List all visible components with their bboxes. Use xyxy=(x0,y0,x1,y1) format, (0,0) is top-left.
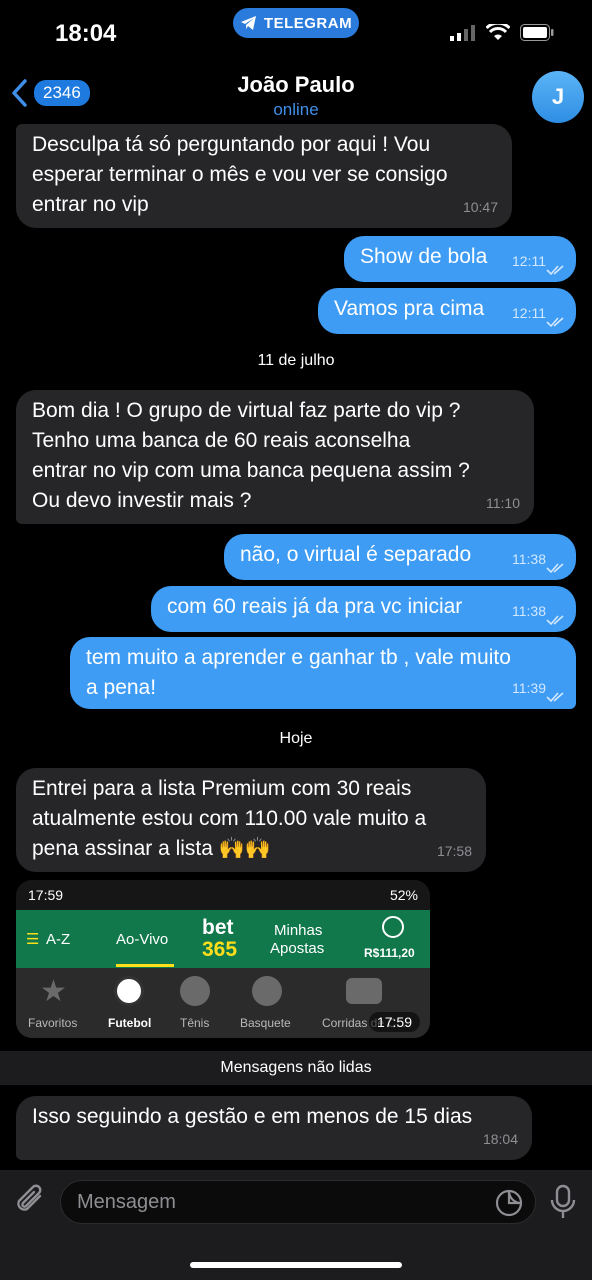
message-time: 11:39 xyxy=(512,680,546,696)
signal-icon xyxy=(450,24,475,41)
message-outgoing[interactable]: com 60 reais já da pra vc iniciar 11:38 xyxy=(151,586,576,632)
message-line: Tenho uma banca de 60 reais aconselha xyxy=(32,429,411,452)
message-line: a pena! xyxy=(86,676,157,699)
image-message[interactable]: 17:59 52% ☰ A-Z Ao-Vivo bet 365 Minhas A… xyxy=(16,880,430,1038)
tennis-ball-icon xyxy=(180,976,210,1006)
message-input[interactable]: Mensagem xyxy=(60,1180,536,1224)
message-placeholder: Mensagem xyxy=(77,1191,176,1213)
read-checks-icon xyxy=(546,265,564,276)
paperclip-icon[interactable] xyxy=(14,1182,48,1218)
wifi-icon xyxy=(486,24,510,40)
message-line: tem muito a aprender e ganhar tb , vale … xyxy=(86,646,511,669)
message-line: Ou devo investir mais ? xyxy=(32,489,252,512)
contact-status: online xyxy=(273,100,319,119)
telegram-pill[interactable]: TELEGRAM xyxy=(233,8,359,38)
message-time: 11:10 xyxy=(486,495,520,511)
message-line: entrar no vip xyxy=(32,193,149,216)
message-time: 12:11 xyxy=(512,253,546,269)
message-line: Desculpa tá só perguntando por aqui ! Vo… xyxy=(32,133,431,156)
message-time: 18:04 xyxy=(482,1131,518,1147)
compose-bar: Mensagem xyxy=(0,1170,592,1280)
read-checks-icon xyxy=(546,615,564,626)
soccer-ball-icon xyxy=(114,976,144,1006)
tab-basquete: Basquete xyxy=(240,1016,291,1030)
message-incoming[interactable]: Isso seguindo a gestão e em menos de 15 … xyxy=(16,1096,532,1160)
message-time: 17:59 xyxy=(368,1012,420,1032)
home-indicator xyxy=(190,1262,402,1268)
message-line: entrar no vip com uma banca pequena assi… xyxy=(32,459,470,482)
message-line: Bom dia ! O grupo de virtual faz parte d… xyxy=(32,399,461,422)
image-status-bar: 17:59 52% xyxy=(16,880,430,910)
message-outgoing[interactable]: não, o virtual é separado 11:38 xyxy=(224,534,576,580)
sport-tabs: ★ Favoritos Futebol Tênis Basquete Corri… xyxy=(16,968,430,1038)
menu-icon: ☰ xyxy=(26,931,40,948)
balance: R$111,20 xyxy=(364,946,415,960)
message-incoming[interactable]: Entrei para a lista Premium com 30 reais… xyxy=(16,768,486,872)
nav-live-underline xyxy=(116,964,174,967)
logo-bet: bet xyxy=(202,916,234,939)
tab-favoritos: Favoritos xyxy=(28,1016,78,1030)
message-text: com 60 reais já da pra vc iniciar xyxy=(167,595,463,618)
avatar[interactable]: J xyxy=(532,71,584,123)
basketball-icon xyxy=(252,976,282,1006)
horse-racing-icon xyxy=(346,978,382,1004)
status-bar: 18:04 TELEGRAM xyxy=(0,0,592,62)
unread-separator: Mensagens não lidas xyxy=(0,1051,592,1085)
message-line: pena assinar a lista 🙌🙌 xyxy=(32,837,272,860)
image-status-time: 17:59 xyxy=(28,887,64,903)
user-icon xyxy=(382,916,404,938)
nav-my-bets-2: Apostas xyxy=(270,940,325,957)
message-outgoing[interactable]: tem muito a aprender e ganhar tb , vale … xyxy=(70,637,576,709)
message-text: não, o virtual é separado xyxy=(240,543,472,566)
message-time: 11:38 xyxy=(512,551,546,567)
message-text: Isso seguindo a gestão e em menos de 15 … xyxy=(32,1105,473,1128)
read-checks-icon xyxy=(546,563,564,574)
message-time: 10:47 xyxy=(462,199,498,215)
read-checks-icon xyxy=(546,317,564,328)
message-line: esperar terminar o mês e vou ver se cons… xyxy=(32,163,448,186)
image-battery: 52% xyxy=(389,887,418,903)
message-time: 12:11 xyxy=(512,305,546,321)
sticker-icon[interactable] xyxy=(495,1189,523,1217)
chat-header: 2346 João Paulo online J xyxy=(0,62,592,128)
star-icon: ★ xyxy=(40,975,67,1008)
status-icons xyxy=(450,24,554,41)
date-separator: Hoje xyxy=(279,730,313,747)
nav-az: A-Z xyxy=(46,931,71,948)
contact-name[interactable]: João Paulo xyxy=(0,72,592,98)
logo-365: 365 xyxy=(202,938,238,961)
telegram-icon xyxy=(240,16,256,30)
battery-icon xyxy=(520,24,554,41)
bet365-nav: ☰ A-Z Ao-Vivo bet 365 Minhas Apostas R$1… xyxy=(16,910,430,968)
message-outgoing[interactable]: Show de bola 12:11 xyxy=(344,236,576,282)
read-checks-icon xyxy=(546,692,564,703)
message-time: 11:38 xyxy=(512,603,546,619)
message-outgoing[interactable]: Vamos pra cima 12:11 xyxy=(318,288,576,334)
nav-my-bets-1: Minhas xyxy=(274,922,323,939)
tab-tenis: Tênis xyxy=(180,1016,210,1030)
microphone-icon[interactable] xyxy=(549,1184,577,1220)
tab-futebol: Futebol xyxy=(108,1016,152,1030)
message-incoming[interactable]: Bom dia ! O grupo de virtual faz parte d… xyxy=(16,390,534,524)
message-incoming[interactable]: Desculpa tá só perguntando por aqui ! Vo… xyxy=(16,124,512,228)
message-line: Entrei para a lista Premium com 30 reais xyxy=(32,777,412,800)
nav-live: Ao-Vivo xyxy=(116,931,169,948)
message-text: Vamos pra cima xyxy=(334,297,485,320)
date-separator: 11 de julho xyxy=(257,352,335,369)
message-text: Show de bola xyxy=(360,245,488,268)
telegram-pill-label: TELEGRAM xyxy=(263,14,353,32)
message-time: 17:58 xyxy=(436,843,472,859)
message-line: atualmente estou com 110.00 vale muito a xyxy=(32,807,427,830)
status-time: 18:04 xyxy=(55,20,117,47)
